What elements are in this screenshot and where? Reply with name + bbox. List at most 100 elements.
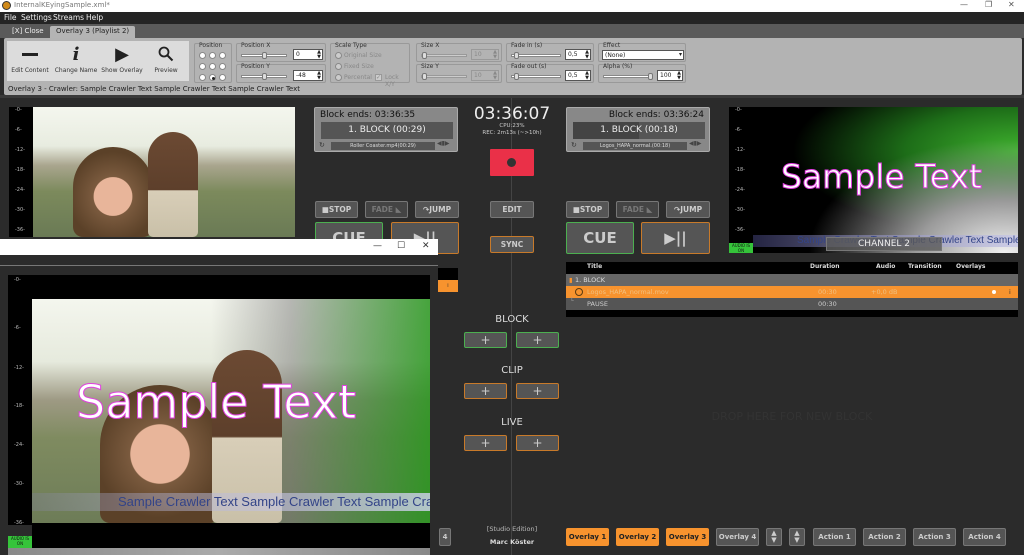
position-x-slider[interactable] (241, 52, 287, 59)
player1-fade-button[interactable]: FADE ◣ (365, 201, 408, 218)
action-4-button[interactable]: Action 4 (963, 528, 1006, 546)
loop-icon[interactable]: ↻ (571, 141, 577, 149)
position-middle-center[interactable] (209, 63, 216, 70)
col-transition[interactable]: Transition (908, 262, 942, 272)
player2-stop-button[interactable]: ■STOP (566, 201, 609, 218)
clip-section-label: CLIP (501, 365, 523, 376)
overlay-2-button[interactable]: Overlay 2 (616, 528, 659, 546)
player2-block[interactable]: 1. BLOCK (00:18) (573, 122, 705, 139)
add-block-right-button[interactable]: + (516, 332, 559, 348)
position-bottom-right[interactable] (219, 74, 226, 81)
audio-meter-right: -0- -6- -12- -18- -24- -30- -36- (729, 107, 753, 244)
scale-fixed-radio[interactable] (335, 63, 342, 70)
add-block-left-button[interactable]: + (464, 332, 507, 348)
maximize-button[interactable]: ❐ (985, 0, 992, 9)
position-y-input[interactable]: -48 ▲ ▼ (293, 70, 323, 81)
position-bottom-left[interactable] (199, 74, 206, 81)
size-x-input[interactable]: 10 ▲ ▼ (471, 49, 499, 60)
col-audio[interactable]: Audio (876, 262, 895, 272)
minimize-button[interactable]: — (960, 0, 968, 9)
playlist-block-row[interactable]: ▮ 1. BLOCK (566, 274, 1018, 286)
lock-xy-checkbox[interactable]: ✓ (375, 74, 382, 81)
preview-scrollbar[interactable] (8, 548, 430, 555)
preview-window-titlebar[interactable]: — ☐ ✕ (0, 239, 438, 255)
prev-next-icon[interactable]: ◀▮▶ (437, 140, 450, 147)
player2-fade-button[interactable]: FADE ◣ (616, 201, 659, 218)
tab-overlay-3[interactable]: Overlay 3 (Playlist 2) (50, 26, 136, 38)
person-figure (73, 147, 153, 237)
preview-maximize-button[interactable]: ☐ (397, 241, 405, 251)
alpha-slider[interactable] (603, 73, 653, 80)
alpha-input[interactable]: 100 ▲ ▼ (657, 70, 683, 81)
tab-close[interactable]: [X] Close (6, 26, 50, 38)
player2-cue-button[interactable]: CUE (566, 222, 634, 254)
col-title[interactable]: Title (587, 262, 602, 272)
loop-icon[interactable]: ↻ (319, 141, 325, 149)
playlist-pause-row[interactable]: └ PAUSE 00:30 (566, 297, 1018, 310)
col-overlays[interactable]: Overlays (956, 262, 985, 272)
playlist-clip-row[interactable]: Logos_HAPA_normal.mov 00:30 +0,0 dB i (566, 286, 1018, 298)
overlay-3-button[interactable]: Overlay 3 (666, 528, 709, 546)
partial-button[interactable]: 4 (439, 528, 451, 546)
menu-file[interactable]: File (4, 13, 17, 22)
add-clip-right-button[interactable]: + (516, 383, 559, 399)
preview-minimize-button[interactable]: — (373, 241, 382, 251)
scale-original-radio[interactable] (335, 52, 342, 59)
effect-select[interactable]: (None) ▾ (602, 50, 684, 60)
channel2-label[interactable]: CHANNEL 2 (826, 237, 942, 251)
overlay-status: Overlay 3 - Crawler: Sample Crawler Text… (8, 85, 300, 93)
scale-percental-radio[interactable] (335, 74, 342, 81)
add-live-right-button[interactable]: + (516, 435, 559, 451)
show-overlay-button[interactable]: ▶ Show Overlay (99, 41, 145, 81)
overlay-4-button[interactable]: Overlay 4 (716, 528, 759, 546)
up-down-stepper-1[interactable]: ▲ ▼ (766, 528, 782, 546)
menu-help[interactable]: Help (86, 13, 103, 22)
preview-window: -0- -6- -12- -18- -24- -30- -36- AUDIO IS ON S… (0, 255, 458, 555)
edit-button[interactable]: EDIT (490, 201, 534, 218)
position-middle-left[interactable] (199, 63, 206, 70)
player1-clip[interactable]: Roller Coaster.mp4(00:29) (331, 142, 435, 150)
size-y-slider[interactable] (421, 73, 467, 80)
add-live-left-button[interactable]: + (464, 435, 507, 451)
change-name-button[interactable]: i Change Name (53, 41, 99, 81)
player2-play-pause-button[interactable]: ▶|| (641, 222, 710, 254)
action-2-button[interactable]: Action 2 (863, 528, 906, 546)
player1-jump-button[interactable]: ↷JUMP (415, 201, 459, 218)
prev-next-icon[interactable]: ◀▮▶ (689, 140, 702, 147)
player1-stop-button[interactable]: ■STOP (315, 201, 358, 218)
edit-content-button[interactable]: Edit Content (7, 41, 53, 81)
player2-clip[interactable]: Logos_HAPA_normal.(00:18) (583, 142, 687, 150)
size-x-slider[interactable] (421, 52, 467, 59)
fade-out-slider[interactable] (511, 73, 561, 80)
fade-in-input[interactable]: 0,5 ▲ ▼ (565, 49, 591, 60)
col-duration[interactable]: Duration (810, 262, 840, 272)
position-top-center[interactable] (209, 52, 216, 59)
drop-zone-hint[interactable]: DROP HERE FOR NEW BLOCK (566, 410, 1018, 423)
position-x-input[interactable]: 0 ▲ ▼ (293, 49, 323, 60)
up-down-stepper-2[interactable]: ▲ ▼ (789, 528, 805, 546)
record-button[interactable] (490, 149, 534, 176)
position-y-slider[interactable] (241, 73, 287, 80)
preview-close-button[interactable]: ✕ (422, 241, 430, 251)
player2-jump-button[interactable]: ↷JUMP (666, 201, 710, 218)
size-y-input[interactable]: 10 ▲ ▼ (471, 70, 499, 81)
fade-out-input[interactable]: 0,5 ▲ ▼ (565, 70, 591, 81)
info-icon[interactable]: i (1009, 286, 1011, 298)
position-middle-right[interactable] (219, 63, 226, 70)
menu-settings[interactable]: Settings (21, 13, 52, 22)
menu-streams[interactable]: Streams (53, 13, 84, 22)
preview-button[interactable]: Preview (143, 41, 189, 81)
position-bottom-center[interactable] (209, 74, 216, 81)
position-top-right[interactable] (219, 52, 226, 59)
block-section-label: BLOCK (495, 314, 529, 325)
add-clip-left-button[interactable]: + (464, 383, 507, 399)
player1-block[interactable]: 1. BLOCK (00:29) (321, 122, 453, 139)
close-button[interactable]: ✕ (1008, 0, 1015, 9)
overlay-1-button[interactable]: Overlay 1 (566, 528, 609, 546)
hidden-list-active-row[interactable]: i (438, 280, 458, 292)
sync-button[interactable]: SYNC (490, 236, 534, 253)
action-1-button[interactable]: Action 1 (813, 528, 856, 546)
fade-in-slider[interactable] (511, 52, 561, 59)
action-3-button[interactable]: Action 3 (913, 528, 956, 546)
position-top-left[interactable] (199, 52, 206, 59)
